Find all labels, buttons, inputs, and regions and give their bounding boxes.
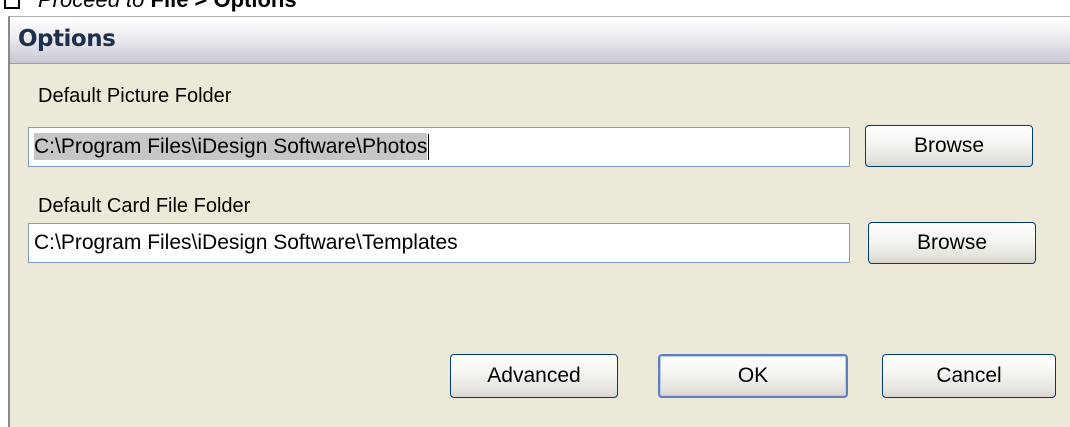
caption-prefix: Proceed to bbox=[38, 0, 144, 12]
browse-card-folder-button[interactable]: Browse bbox=[868, 222, 1036, 264]
card-folder-value: C:\Program Files\iDesign Software\Templa… bbox=[34, 231, 458, 254]
picture-folder-label: Default Picture Folder bbox=[38, 85, 232, 107]
checkbox-bullet-icon bbox=[4, 0, 20, 10]
picture-folder-value: C:\Program Files\iDesign Software\Photos bbox=[34, 133, 428, 160]
text-caret bbox=[428, 134, 430, 161]
card-folder-label: Default Card File Folder bbox=[38, 195, 251, 217]
dialog-title: Options bbox=[18, 26, 116, 52]
screenshot-page: Proceed to File > Options Options Defaul… bbox=[0, 0, 1070, 427]
advanced-button[interactable]: Advanced bbox=[450, 354, 618, 398]
ok-button[interactable]: OK bbox=[658, 354, 848, 398]
card-folder-input[interactable]: C:\Program Files\iDesign Software\Templa… bbox=[28, 223, 850, 263]
options-dialog: Options Default Picture Folder C:\Progra… bbox=[8, 16, 1070, 427]
instruction-caption: Proceed to File > Options bbox=[4, 0, 297, 13]
dialog-titlebar[interactable]: Options bbox=[10, 17, 1070, 64]
browse-picture-folder-button[interactable]: Browse bbox=[865, 125, 1033, 167]
caption-menu-path: File > Options bbox=[151, 0, 297, 12]
picture-folder-input[interactable]: C:\Program Files\iDesign Software\Photos bbox=[28, 127, 850, 167]
cancel-button[interactable]: Cancel bbox=[882, 354, 1056, 398]
